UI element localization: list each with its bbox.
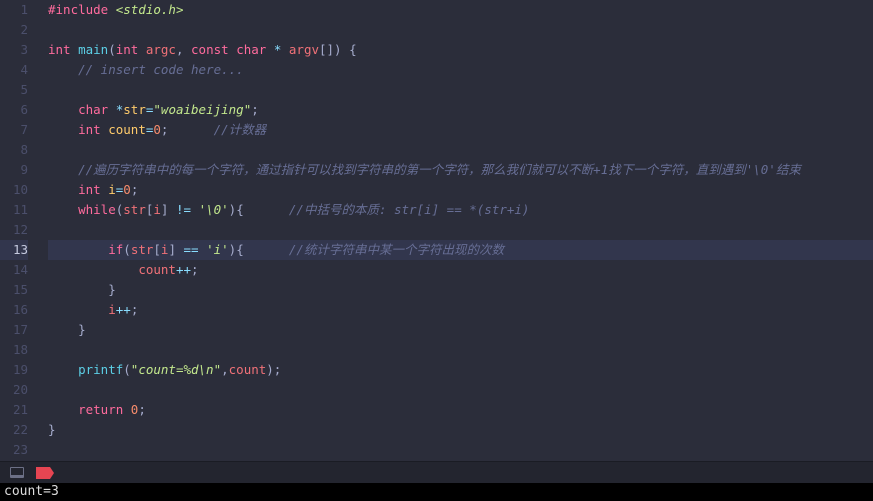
line-number: 12 bbox=[0, 220, 28, 240]
code-line: char *str="woaibeijing"; bbox=[48, 100, 873, 120]
flag-icon[interactable] bbox=[36, 467, 54, 479]
line-number: 20 bbox=[0, 380, 28, 400]
status-bar bbox=[0, 461, 873, 483]
line-number: 19 bbox=[0, 360, 28, 380]
code-line: } bbox=[48, 420, 873, 440]
code-editor[interactable]: 1 2 3 4 5 6 7 8 9 10 11 12 13 14 15 16 1… bbox=[0, 0, 873, 461]
code-line: return 0; bbox=[48, 400, 873, 420]
code-line bbox=[48, 220, 873, 240]
code-line: count++; bbox=[48, 260, 873, 280]
line-number: 1 bbox=[0, 0, 28, 20]
code-line: printf("count=%d\n",count); bbox=[48, 360, 873, 380]
code-line bbox=[48, 20, 873, 40]
line-number: 3 bbox=[0, 40, 28, 60]
code-line-current: if(str[i] == 'i'){ //统计字符串中某一个字符出现的次数 bbox=[48, 240, 873, 260]
code-line: int main(int argc, const char * argv[]) … bbox=[48, 40, 873, 60]
line-number: 22 bbox=[0, 420, 28, 440]
line-number: 9 bbox=[0, 160, 28, 180]
line-number: 17 bbox=[0, 320, 28, 340]
line-number: 4 bbox=[0, 60, 28, 80]
code-line: } bbox=[48, 280, 873, 300]
code-line: while(str[i] != '\0'){ //中括号的本质: str[i] … bbox=[48, 200, 873, 220]
code-line bbox=[48, 380, 873, 400]
code-line bbox=[48, 80, 873, 100]
code-line: #include <stdio.h> bbox=[48, 0, 873, 20]
line-number: 23 bbox=[0, 440, 28, 460]
line-number: 2 bbox=[0, 20, 28, 40]
line-number: 5 bbox=[0, 80, 28, 100]
panel-icon[interactable] bbox=[10, 467, 24, 478]
line-number: 14 bbox=[0, 260, 28, 280]
line-number-gutter: 1 2 3 4 5 6 7 8 9 10 11 12 13 14 15 16 1… bbox=[0, 0, 40, 461]
code-line: } bbox=[48, 320, 873, 340]
console-output: count=3 bbox=[0, 483, 873, 501]
code-line bbox=[48, 140, 873, 160]
line-number: 8 bbox=[0, 140, 28, 160]
line-number: 7 bbox=[0, 120, 28, 140]
line-number: 16 bbox=[0, 300, 28, 320]
line-number: 11 bbox=[0, 200, 28, 220]
line-number: 21 bbox=[0, 400, 28, 420]
code-line: i++; bbox=[48, 300, 873, 320]
code-line bbox=[48, 440, 873, 460]
code-line: //遍历字符串中的每一个字符，通过指针可以找到字符串的第一个字符，那么我们就可以… bbox=[48, 160, 873, 180]
line-number: 10 bbox=[0, 180, 28, 200]
line-number: 15 bbox=[0, 280, 28, 300]
line-number: 6 bbox=[0, 100, 28, 120]
console-line: count=3 bbox=[4, 484, 59, 499]
code-line: int i=0; bbox=[48, 180, 873, 200]
code-line: // insert code here... bbox=[48, 60, 873, 80]
code-content[interactable]: #include <stdio.h> int main(int argc, co… bbox=[40, 0, 873, 461]
code-line: int count=0; //计数器 bbox=[48, 120, 873, 140]
code-line bbox=[48, 340, 873, 360]
line-number: 18 bbox=[0, 340, 28, 360]
line-number: 13 bbox=[0, 240, 28, 260]
